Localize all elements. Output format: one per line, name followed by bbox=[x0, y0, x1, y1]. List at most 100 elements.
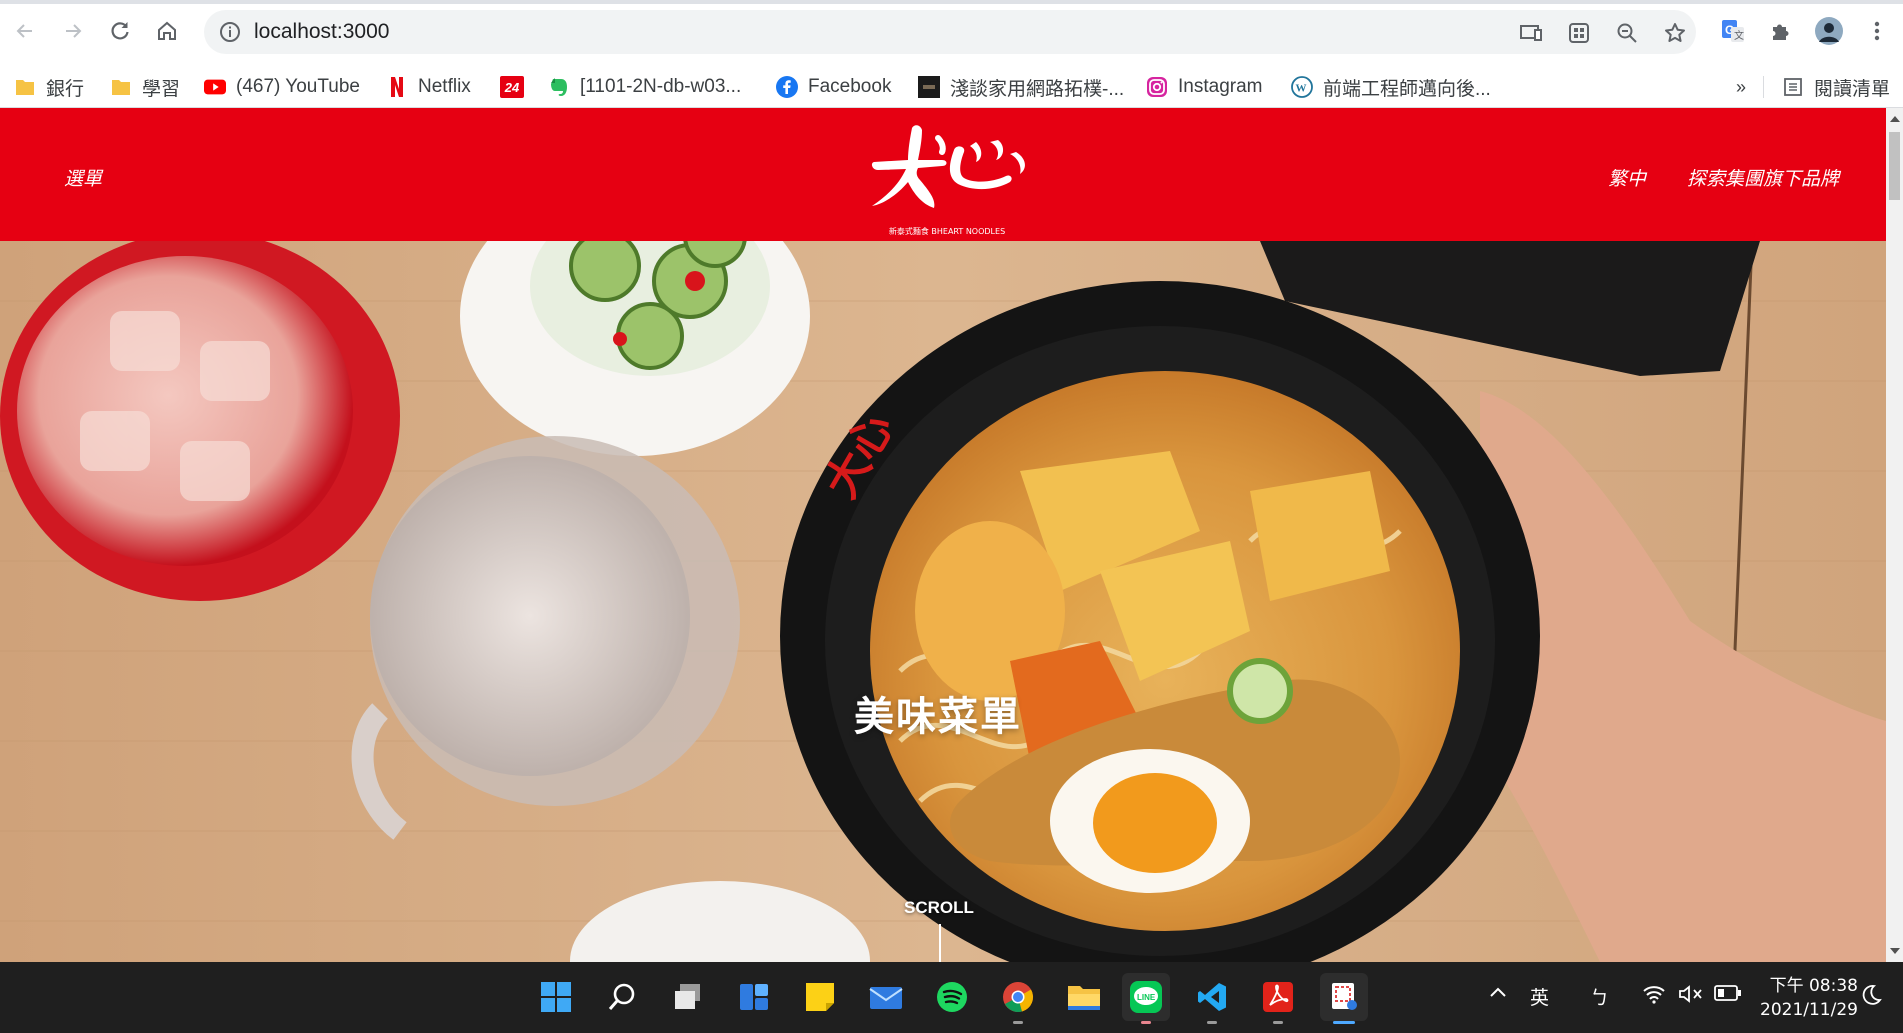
widgets-icon[interactable] bbox=[730, 973, 778, 1021]
bookmark-star-icon[interactable] bbox=[1662, 20, 1688, 46]
bookmark-label: 銀行 bbox=[46, 78, 85, 100]
running-indicator bbox=[1013, 1021, 1023, 1024]
reload-button[interactable] bbox=[105, 16, 135, 46]
running-indicator bbox=[1273, 1021, 1283, 1024]
clock-date: 2021/11/29 bbox=[1760, 1000, 1858, 1020]
wordpress-icon: W bbox=[1291, 76, 1313, 98]
search-icon[interactable] bbox=[598, 973, 646, 1021]
facebook-icon bbox=[776, 76, 798, 98]
extensions-puzzle-icon[interactable] bbox=[1766, 16, 1796, 46]
reading-list-icon bbox=[1782, 76, 1804, 98]
system-clock[interactable]: 下午 08:38 2021/11/29 bbox=[1760, 974, 1858, 1022]
bookmark-folder-bank[interactable]: 銀行 bbox=[14, 73, 84, 101]
scroll-indicator-line bbox=[939, 924, 941, 962]
hero-banner: 大心 美味菜單 SCROLL bbox=[0, 241, 1886, 962]
windows-taskbar: LINE 英 ㄅ 下午 08:38 2021/11/29 bbox=[0, 962, 1903, 1033]
bookmark-label: Netflix bbox=[418, 76, 471, 97]
more-bookmarks-button[interactable]: » bbox=[1736, 73, 1746, 101]
bookmark-home-network[interactable]: 淺談家用網路拓樸-... bbox=[918, 73, 1124, 101]
scrollbar-thumb[interactable] bbox=[1889, 132, 1900, 200]
mail-icon[interactable] bbox=[862, 973, 910, 1021]
volume-muted-icon[interactable] bbox=[1678, 984, 1704, 1008]
url-text[interactable]: localhost:3000 bbox=[254, 20, 389, 44]
cast-icon[interactable] bbox=[1518, 20, 1544, 46]
bookmarks-divider bbox=[1763, 76, 1764, 98]
home-icon bbox=[158, 21, 176, 40]
svg-text:W: W bbox=[1296, 83, 1307, 95]
site-header: 選單 新泰式麵食 BHEART NOODLES 繁中 探索集團旗下品牌 bbox=[0, 108, 1886, 241]
bookmark-frontend[interactable]: W 前端工程師邁向後... bbox=[1291, 73, 1491, 101]
qr-code-icon[interactable] bbox=[1566, 20, 1592, 46]
hero-title: 美味菜單 bbox=[854, 694, 1022, 740]
page-viewport: 選單 新泰式麵食 BHEART NOODLES 繁中 探索集團旗下品牌 大心 美… bbox=[0, 108, 1903, 962]
acrobat-icon[interactable] bbox=[1254, 973, 1302, 1024]
evernote-icon bbox=[548, 76, 570, 98]
ime-language-indicator[interactable]: 英 bbox=[1530, 983, 1549, 1010]
wifi-icon[interactable] bbox=[1642, 984, 1666, 1008]
browser-toolbar: localhost:3000 G文 bbox=[0, 0, 1903, 66]
bookmark-netflix[interactable]: Netflix bbox=[386, 73, 471, 101]
google-translate-icon[interactable]: G文 bbox=[1718, 16, 1748, 46]
folder-icon bbox=[14, 76, 36, 98]
scroll-up-arrow-icon[interactable] bbox=[1890, 116, 1900, 122]
windows-start-icon[interactable] bbox=[532, 973, 580, 1021]
bookmark-label: [1101-2N-db-w03... bbox=[580, 76, 742, 97]
reading-list-button[interactable]: 閱讀清單 bbox=[1782, 73, 1890, 101]
running-indicator bbox=[1333, 1021, 1355, 1024]
ime-mode-indicator[interactable]: ㄅ bbox=[1590, 983, 1609, 1010]
task-view-icon[interactable] bbox=[664, 973, 712, 1021]
language-switch[interactable]: 繁中 bbox=[1608, 164, 1646, 191]
bookmark-folder-study[interactable]: 學習 bbox=[110, 73, 180, 101]
page-scrollbar[interactable] bbox=[1886, 108, 1903, 962]
instagram-icon bbox=[1146, 76, 1168, 98]
profile-avatar[interactable] bbox=[1814, 16, 1844, 46]
menu-link[interactable]: 選單 bbox=[64, 164, 102, 191]
tab-strip-edge bbox=[0, 0, 1903, 4]
svg-text:LINE: LINE bbox=[1137, 993, 1156, 1002]
logo-tagline: 新泰式麵食 BHEART NOODLES bbox=[888, 227, 1006, 236]
vscode-icon[interactable] bbox=[1188, 973, 1236, 1024]
site-info-icon[interactable] bbox=[218, 20, 242, 48]
running-indicator bbox=[1207, 1021, 1217, 1024]
bookmark-facebook[interactable]: Facebook bbox=[776, 73, 891, 101]
bookmark-label: 學習 bbox=[142, 78, 181, 100]
bookmarks-bar: 銀行 學習 (467) YouTube Netflix 24 [1101-2N-… bbox=[0, 66, 1903, 108]
tray-overflow-chevron-icon[interactable] bbox=[1488, 984, 1508, 1003]
bookmark-youtube[interactable]: (467) YouTube bbox=[204, 73, 360, 101]
scroll-indicator-label[interactable]: SCROLL bbox=[904, 898, 974, 918]
bookmark-label: 淺談家用網路拓樸-... bbox=[950, 78, 1125, 100]
zoom-icon[interactable] bbox=[1614, 20, 1640, 46]
explore-brands-link[interactable]: 探索集團旗下品牌 bbox=[1687, 164, 1839, 191]
sticky-notes-icon[interactable] bbox=[796, 973, 844, 1021]
hero-food-photo: 大心 bbox=[0, 241, 1886, 962]
line-icon[interactable]: LINE bbox=[1122, 973, 1170, 1024]
forward-button[interactable] bbox=[58, 16, 88, 46]
address-bar[interactable]: localhost:3000 bbox=[204, 10, 1696, 54]
bookmark-24[interactable]: 24 bbox=[500, 73, 524, 101]
youtube-icon bbox=[204, 76, 226, 98]
bookmark-label: Facebook bbox=[808, 76, 892, 97]
bheart-logo-icon bbox=[871, 125, 1025, 208]
bookmark-label: 前端工程師邁向後... bbox=[1323, 78, 1491, 100]
folder-icon bbox=[110, 76, 132, 98]
scroll-down-arrow-icon[interactable] bbox=[1890, 948, 1900, 954]
clock-time: 下午 08:38 bbox=[1769, 976, 1858, 996]
battery-icon[interactable] bbox=[1714, 984, 1742, 1006]
snipping-tool-icon[interactable] bbox=[1320, 973, 1368, 1024]
chrome-icon[interactable] bbox=[994, 973, 1042, 1024]
svg-text:文: 文 bbox=[1734, 29, 1744, 42]
netflix-icon bbox=[386, 76, 408, 98]
brand-logo[interactable]: 新泰式麵食 BHEART NOODLES bbox=[850, 120, 1030, 236]
forward-arrow-icon bbox=[66, 24, 82, 38]
focus-assist-moon-icon[interactable] bbox=[1860, 984, 1882, 1010]
running-indicator bbox=[1141, 1021, 1151, 1024]
chrome-menu-icon[interactable] bbox=[1862, 16, 1892, 46]
home-button[interactable] bbox=[152, 16, 182, 46]
bookmark-evernote[interactable]: [1101-2N-db-w03... bbox=[548, 73, 741, 101]
back-arrow-icon bbox=[16, 24, 32, 38]
bookmark-instagram[interactable]: Instagram bbox=[1146, 73, 1262, 101]
spotify-icon[interactable] bbox=[928, 973, 976, 1021]
file-explorer-icon[interactable] bbox=[1060, 973, 1108, 1021]
bookmark-label: Instagram bbox=[1178, 76, 1263, 97]
back-button[interactable] bbox=[10, 16, 40, 46]
